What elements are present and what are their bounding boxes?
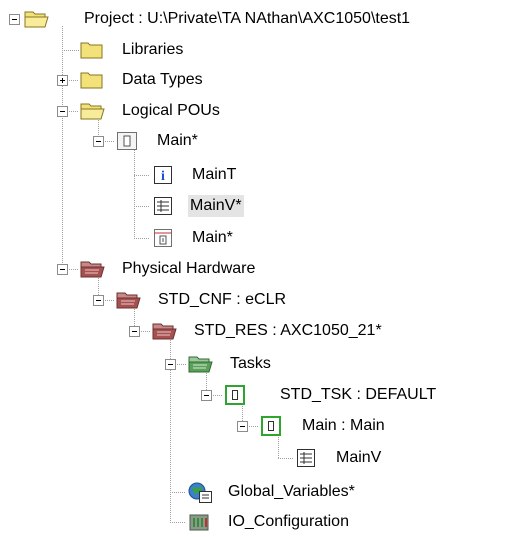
tree-item-global-variables[interactable]: Global_Variables* [0,477,528,507]
tree-item-label: STD_CNF : eCLR [158,291,287,308]
tree-item-io-configuration[interactable]: IO_Configuration [0,507,528,537]
global-variables-icon [188,482,212,503]
collapse-toggle[interactable] [129,326,140,337]
collapse-toggle[interactable] [57,264,68,275]
tree-item-main-v[interactable]: MainV* [0,191,528,221]
tree-item-label: Main : Main [302,417,385,434]
tree-item-main-code[interactable]: Main* [0,223,528,253]
tree-item-label: MainT [192,166,237,183]
open-folder-icon [24,9,49,29]
tree-item-label: Global_Variables* [228,483,355,500]
tree-item-logical-pous[interactable]: Logical POUs [0,96,528,126]
info-icon: i [152,165,176,185]
tree-item-std-tsk[interactable]: STD_TSK : DEFAULT [0,380,528,410]
folder-icon [80,70,104,90]
hardware-folder-icon [116,290,141,310]
tree-item-label: Main* [192,229,233,246]
folder-icon [80,40,104,60]
tree-item-std-res[interactable]: STD_RES : AXC1050_21* [0,316,528,346]
program-icon [116,131,140,151]
tree-item-label: Libraries [122,41,184,58]
tree-item-main-instance[interactable]: Main : Main [0,411,528,441]
collapse-toggle[interactable] [237,421,248,432]
variables-worksheet-icon [152,196,176,216]
collapse-toggle[interactable] [93,136,104,147]
tree-item-main-t[interactable]: i MainT [0,160,528,190]
collapse-toggle[interactable] [165,359,176,370]
tree-item-std-cnf[interactable]: STD_CNF : eCLR [0,285,528,315]
tree-item-tasks[interactable]: Tasks [0,349,528,379]
hardware-folder-icon [152,321,177,341]
tree-item-label: Logical POUs [122,102,220,119]
tree-item-label: STD_TSK : DEFAULT [280,386,437,403]
io-configuration-icon [188,512,212,532]
variables-worksheet-icon [295,448,319,468]
tree-item-label: MainV* [188,195,244,217]
tree-item-label: IO_Configuration [228,513,349,530]
tree-item-label: STD_RES : AXC1050_21* [194,322,382,339]
expand-toggle[interactable] [57,75,68,86]
tree-item-libraries[interactable]: Libraries [0,35,528,65]
task-icon [224,385,248,405]
collapse-toggle[interactable] [9,14,20,25]
project-tree: Project : U:\Private\TA NAthan\AXC1050\t… [0,0,528,536]
open-folder-icon [80,101,105,121]
tree-item-label: Data Types [122,71,203,88]
code-worksheet-icon [152,228,176,248]
collapse-toggle[interactable] [93,295,104,306]
collapse-toggle[interactable] [201,390,212,401]
tree-item-main-pou[interactable]: Main* [0,126,528,156]
tree-item-data-types[interactable]: Data Types [0,65,528,95]
svg-text:i: i [161,169,165,184]
tree-item-instance-main-v[interactable]: MainV [0,443,528,473]
tasks-folder-icon [188,354,213,374]
tree-item-project[interactable]: Project : U:\Private\TA NAthan\AXC1050\t… [0,4,528,34]
tree-item-physical-hardware[interactable]: Physical Hardware [0,254,528,284]
tree-item-label: Tasks [230,355,271,372]
tree-item-label: MainV [336,449,382,466]
tree-item-label: Main* [157,132,198,149]
tree-item-label: Project : U:\Private\TA NAthan\AXC1050\t… [84,10,411,27]
task-icon [260,416,284,436]
collapse-toggle[interactable] [57,106,68,117]
tree-item-label: Physical Hardware [122,260,256,277]
hardware-folder-icon [80,259,105,279]
